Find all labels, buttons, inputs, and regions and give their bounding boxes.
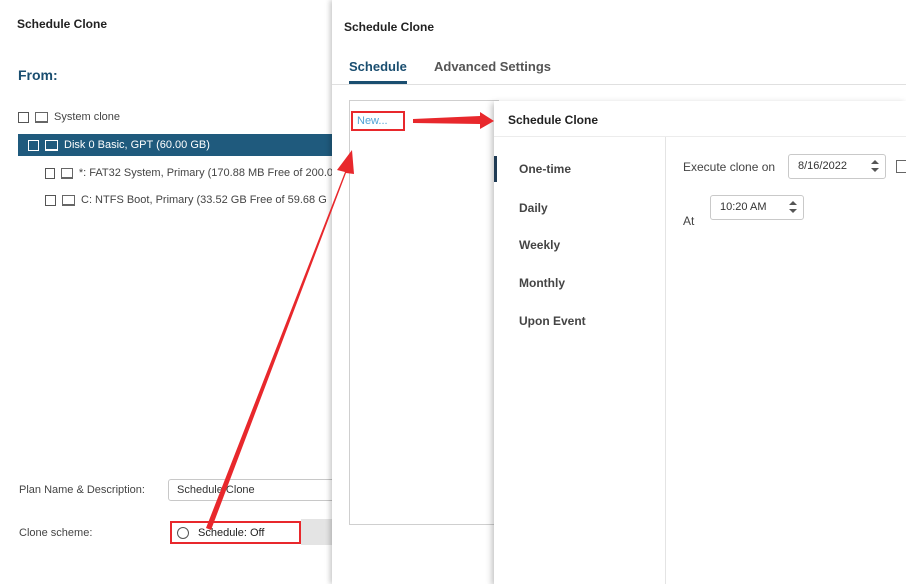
time-picker-input[interactable]: 10:20 AM <box>710 195 804 220</box>
tree-item-system-clone[interactable]: System clone <box>18 106 120 128</box>
checkbox[interactable] <box>45 167 56 179</box>
disk-icon <box>62 194 75 206</box>
clock-icon <box>177 526 189 539</box>
checkbox[interactable] <box>18 111 29 123</box>
disk-icon <box>45 139 58 151</box>
time-value: 10:20 AM <box>720 201 767 213</box>
date-value: 8/16/2022 <box>798 160 847 172</box>
tree-item-ntfs-partition[interactable]: C: NTFS Boot, Primary (33.52 GB Free of … <box>45 189 333 211</box>
plan-name-label: Plan Name & Description: <box>19 484 145 496</box>
schedule-off-label: Schedule: Off <box>198 526 265 539</box>
tree-item-label: C: NTFS Boot, Primary (33.52 GB Free of … <box>81 194 327 206</box>
sidebar-divider <box>665 137 666 584</box>
spin-up-icon[interactable] <box>789 201 797 205</box>
window-title: Schedule Clone <box>17 17 108 31</box>
disk-icon <box>35 111 48 123</box>
tree-item-label: *: FAT32 System, Primary (170.88 MB Free… <box>78 167 333 179</box>
window-title: Schedule Clone <box>508 113 599 127</box>
sidebar-item-monthly[interactable]: Monthly <box>519 276 565 290</box>
spin-down-icon[interactable] <box>789 209 797 213</box>
disk-icon <box>61 167 73 179</box>
clone-scheme-label: Clone scheme: <box>19 527 93 539</box>
tree-item-label: System clone <box>54 111 121 123</box>
checkbox[interactable] <box>45 194 56 206</box>
at-label: At <box>683 214 695 228</box>
sidebar-item-upon-event[interactable]: Upon Event <box>519 314 586 328</box>
title-divider <box>494 136 906 137</box>
tree-item-fat32-partition[interactable]: *: FAT32 System, Primary (170.88 MB Free… <box>45 162 333 184</box>
tab-advanced-settings[interactable]: Advanced Settings <box>434 59 551 74</box>
calendar-icon[interactable] <box>896 160 906 173</box>
date-picker-input[interactable]: 8/16/2022 <box>788 154 886 179</box>
tree-item-label: Disk 0 Basic, GPT (60.00 GB) <box>64 139 210 151</box>
sidebar-item-weekly[interactable]: Weekly <box>519 238 560 252</box>
plan-name-input[interactable]: Schedule Clone <box>168 479 338 501</box>
sidebar-item-daily[interactable]: Daily <box>519 201 548 215</box>
schedule-list-panel <box>349 100 499 525</box>
spin-up-icon[interactable] <box>871 160 879 164</box>
sidebar-item-one-time[interactable]: One-time <box>519 162 571 176</box>
scheme-field-extension <box>301 519 335 545</box>
checkbox[interactable] <box>28 139 39 151</box>
spin-down-icon[interactable] <box>871 168 879 172</box>
from-label: From: <box>18 67 58 83</box>
schedule-off-button[interactable]: Schedule: Off <box>170 521 301 544</box>
tab-divider <box>332 84 906 85</box>
window-title: Schedule Clone <box>344 20 435 34</box>
execute-clone-label: Execute clone on <box>683 160 776 174</box>
tree-item-disk0[interactable]: Disk 0 Basic, GPT (60.00 GB) <box>18 134 348 156</box>
selected-indicator <box>494 156 497 182</box>
tab-schedule[interactable]: Schedule <box>349 59 407 74</box>
schedule-detail-window: Schedule Clone One-time Daily Weekly Mon… <box>494 101 906 584</box>
new-schedule-link[interactable]: New... <box>351 111 405 131</box>
